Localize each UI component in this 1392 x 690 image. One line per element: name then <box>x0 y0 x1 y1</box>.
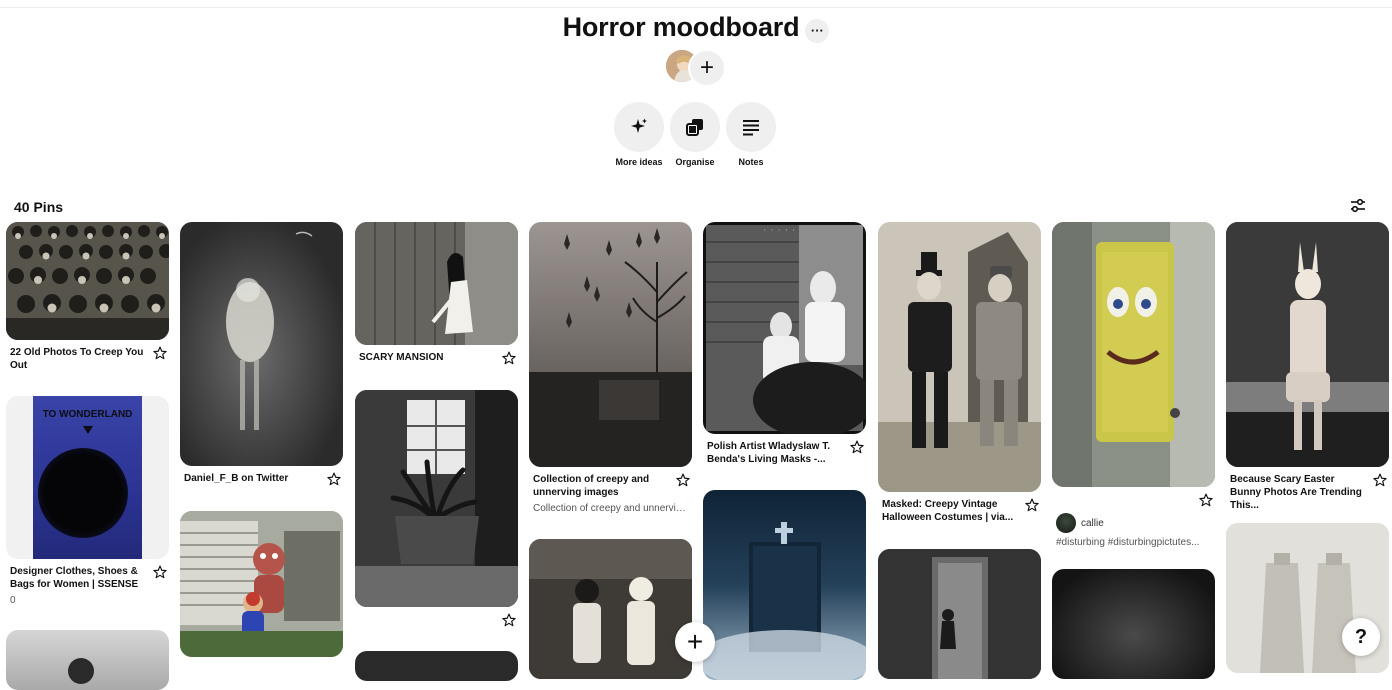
pin-image[interactable] <box>6 630 169 690</box>
pin-title[interactable]: Because Scary Easter Bunny Photos Are Tr… <box>1230 473 1365 512</box>
add-pin-button[interactable]: + <box>675 622 715 662</box>
pin-title[interactable]: Masked: Creepy Vintage Halloween Costume… <box>882 498 1017 524</box>
pin-card[interactable]: callie #disturbing #disturbingpictutes..… <box>1052 222 1215 549</box>
pin-card[interactable] <box>1052 569 1215 679</box>
user-avatar[interactable] <box>1056 513 1076 533</box>
pin-artwork: TO WONDERLAND <box>33 396 142 559</box>
pins-count: 40 Pins <box>14 199 64 215</box>
pin-image[interactable]: TO WONDERLAND <box>6 396 169 559</box>
pin-title[interactable]: Polish Artist Wladyslaw T. Benda's Livin… <box>707 440 842 466</box>
pin-title[interactable]: Daniel_F_B on Twitter <box>184 472 319 485</box>
filter-icon[interactable] <box>1347 195 1369 217</box>
pin-card[interactable]: Because Scary Easter Bunny Photos Are Tr… <box>1226 222 1389 512</box>
pin-card[interactable]: Collection of creepy and unnerving image… <box>529 222 692 515</box>
pin-image[interactable] <box>180 511 343 657</box>
pin-card[interactable] <box>355 390 518 627</box>
pin-subtitle: #disturbing #disturbingpictutes... <box>1056 537 1200 548</box>
organise-label: Organise <box>675 157 715 167</box>
pin-meta: 22 Old Photos To Creep You Out <box>6 346 169 372</box>
pin-image[interactable] <box>878 222 1041 492</box>
star-icon[interactable] <box>502 613 516 627</box>
pin-meta: Collection of creepy and unnerving image… <box>529 473 692 499</box>
pin-card[interactable]: · · · · · Polish Artist Wladyslaw T. Ben… <box>703 222 866 466</box>
svg-text:· · · · ·: · · · · · <box>763 227 795 234</box>
star-icon[interactable] <box>1025 498 1039 512</box>
star-icon[interactable] <box>502 351 516 365</box>
organise-action[interactable]: Organise <box>670 102 720 167</box>
pin-image[interactable] <box>878 549 1041 679</box>
collaborators: + <box>666 49 726 87</box>
more-ideas-label: More ideas <box>615 157 663 167</box>
pin-image[interactable] <box>355 390 518 607</box>
pin-image[interactable] <box>529 539 692 679</box>
pin-user[interactable]: callie <box>1052 513 1215 533</box>
pin-count: 0 <box>10 595 16 606</box>
pin-card[interactable]: 22 Old Photos To Creep You Out <box>6 222 169 372</box>
pin-meta: Polish Artist Wladyslaw T. Benda's Livin… <box>703 440 866 466</box>
pin-subtitle: Collection of creepy and unnervin... <box>533 503 690 514</box>
hole-shape <box>38 448 128 538</box>
pin-card[interactable] <box>703 490 866 680</box>
top-divider <box>0 0 1392 8</box>
pin-meta <box>355 613 518 627</box>
pin-card[interactable]: Daniel_F_B on Twitter <box>180 222 343 486</box>
board-actions: More ideas Organise Notes <box>614 102 776 167</box>
pin-image[interactable] <box>1052 569 1215 679</box>
star-icon[interactable] <box>327 472 341 486</box>
pin-title[interactable]: Designer Clothes, Shoes & Bags for Women… <box>10 565 145 591</box>
star-icon[interactable] <box>850 440 864 454</box>
pin-meta: Masked: Creepy Vintage Halloween Costume… <box>878 498 1041 524</box>
pin-image[interactable]: · · · · · <box>703 222 866 434</box>
star-icon[interactable] <box>153 565 167 579</box>
pin-image[interactable] <box>355 222 518 345</box>
pin-card[interactable] <box>6 630 169 690</box>
board-header: Horror moodboard ··· <box>0 12 1392 43</box>
pin-artwork <box>68 658 94 684</box>
board-title: Horror moodboard <box>562 12 800 42</box>
notes-icon[interactable] <box>726 102 776 152</box>
pin-card[interactable]: TO WONDERLAND Designer Clothes, Shoes & … <box>6 396 169 607</box>
pin-card[interactable] <box>180 511 343 673</box>
star-icon[interactable] <box>153 346 167 360</box>
board-more-options-button[interactable]: ··· <box>805 18 830 43</box>
star-icon[interactable] <box>676 473 690 487</box>
pin-title[interactable]: SCARY MANSION <box>359 351 494 364</box>
notes-label: Notes <box>738 157 764 167</box>
pin-meta <box>1052 493 1215 507</box>
sparkle-icon[interactable] <box>614 102 664 152</box>
pin-meta: Daniel_F_B on Twitter <box>180 472 343 486</box>
pin-card[interactable] <box>529 539 692 679</box>
pin-image[interactable] <box>529 222 692 467</box>
pin-meta: SCARY MANSION <box>355 351 518 365</box>
user-name[interactable]: callie <box>1081 518 1104 529</box>
pin-card[interactable] <box>878 549 1041 679</box>
star-icon[interactable] <box>1199 493 1213 507</box>
pin-meta: Because Scary Easter Bunny Photos Are Tr… <box>1226 473 1389 512</box>
pin-image[interactable] <box>180 222 343 466</box>
help-button[interactable]: ? <box>1342 618 1380 656</box>
pin-image-text: TO WONDERLAND <box>42 409 133 420</box>
pin-meta: Designer Clothes, Shoes & Bags for Women… <box>6 565 169 591</box>
arrow-down-icon <box>83 426 93 434</box>
organise-icon[interactable] <box>670 102 720 152</box>
pin-card[interactable] <box>355 651 518 681</box>
pin-title-truncated[interactable] <box>184 663 319 673</box>
pin-title[interactable]: 22 Old Photos To Creep You Out <box>10 346 145 372</box>
notes-action[interactable]: Notes <box>726 102 776 167</box>
pin-card[interactable]: Masked: Creepy Vintage Halloween Costume… <box>878 222 1041 524</box>
pin-meta <box>180 663 343 673</box>
pin-image[interactable] <box>1052 222 1215 487</box>
star-icon[interactable] <box>1373 473 1387 487</box>
more-ideas-action[interactable]: More ideas <box>614 102 664 167</box>
pin-image[interactable] <box>1226 222 1389 467</box>
add-collaborator-button[interactable]: + <box>688 49 726 87</box>
pin-image[interactable] <box>703 490 866 680</box>
pin-title[interactable]: Collection of creepy and unnerving image… <box>533 473 668 499</box>
pin-image[interactable] <box>6 222 169 340</box>
pin-card[interactable]: SCARY MANSION <box>355 222 518 365</box>
pin-image[interactable] <box>355 651 518 681</box>
